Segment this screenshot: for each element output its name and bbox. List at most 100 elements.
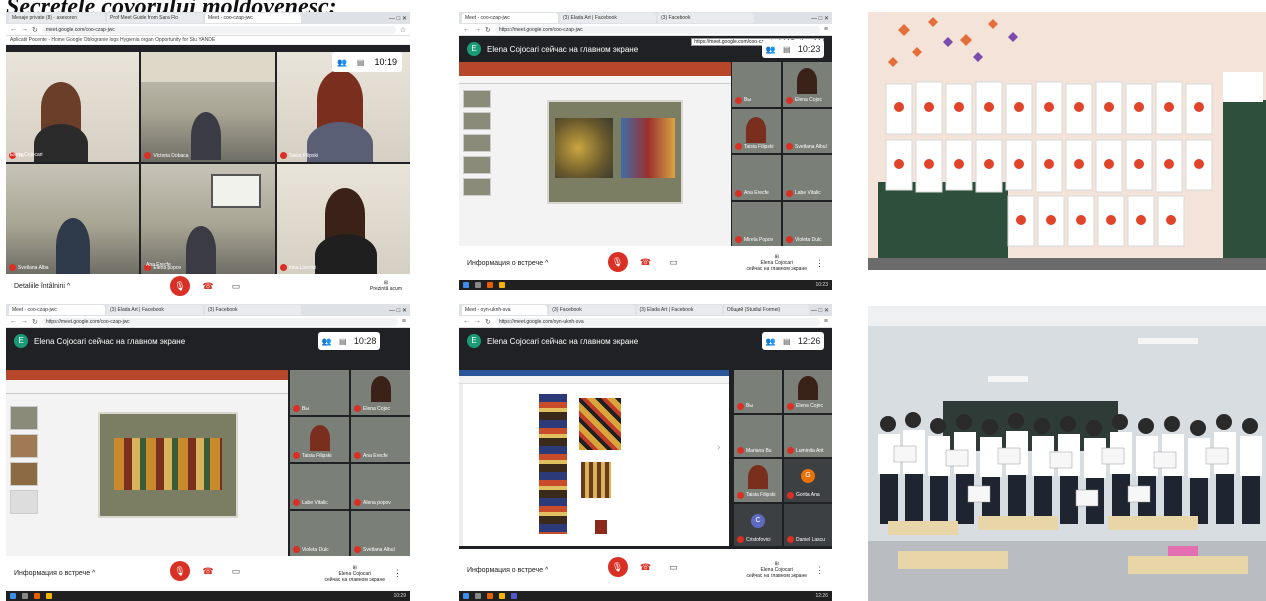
participant-tile[interactable]: Svetlana Albul bbox=[783, 108, 832, 153]
star-icon[interactable]: ☆ bbox=[400, 26, 406, 34]
url-field[interactable]: meet.google.com/coo-czap-jwc bbox=[41, 25, 396, 34]
participant-tile[interactable]: C Cristofovici bbox=[734, 503, 782, 546]
forward-arrow-icon[interactable]: → bbox=[474, 318, 481, 325]
participant-tile[interactable]: Вы bbox=[734, 370, 782, 413]
reload-icon[interactable]: ↻ bbox=[485, 318, 491, 326]
camera-toggle-button[interactable]: ▭ bbox=[663, 252, 684, 272]
browser-tab[interactable]: (3) Elada Art | Facebook bbox=[636, 305, 722, 315]
people-icon[interactable]: 👥 bbox=[337, 58, 347, 67]
participant-tile[interactable]: Svetlana Albul bbox=[351, 511, 410, 556]
browser-tab-active[interactable]: Meet - coo-czap-jwc bbox=[205, 13, 301, 23]
participant-tile[interactable]: Elena Cojoc bbox=[784, 370, 832, 413]
more-options-icon[interactable]: ⋮ bbox=[393, 568, 402, 579]
mic-toggle-button[interactable]: 🎙 bbox=[170, 276, 190, 296]
chat-icon[interactable]: ▤ bbox=[783, 45, 791, 54]
window-controls[interactable]: — □ ✕ bbox=[389, 307, 407, 314]
firefox-icon[interactable] bbox=[487, 593, 493, 599]
mic-toggle-button[interactable]: 🎙 bbox=[607, 252, 628, 272]
menu-icon[interactable]: ≡ bbox=[402, 318, 406, 325]
browser-tab[interactable]: (3) Facebook bbox=[205, 305, 301, 315]
browser-tab[interactable]: (3) Facebook bbox=[549, 305, 635, 315]
firefox-icon[interactable] bbox=[487, 282, 493, 288]
participant-tile[interactable]: Вы bbox=[290, 370, 349, 415]
browser-tab-active[interactable]: Meet - oyn-uknh-sva bbox=[462, 305, 548, 315]
windows-start-icon[interactable] bbox=[10, 593, 16, 599]
browser-tab-active[interactable]: Meet - coo-czap-jwc bbox=[9, 305, 105, 315]
search-icon[interactable] bbox=[475, 282, 481, 288]
participant-tile[interactable]: Alena popov bbox=[351, 464, 410, 509]
slide-thumbnail[interactable] bbox=[463, 112, 491, 130]
back-arrow-icon[interactable]: ← bbox=[10, 318, 17, 325]
participant-tile[interactable]: Вы bbox=[732, 62, 781, 107]
bookmarks-bar[interactable]: Aplicatii Pocente - Home Google Oblogran… bbox=[6, 36, 410, 45]
chrome-icon[interactable] bbox=[46, 593, 52, 599]
participant-tile[interactable]: G Gorita Ana bbox=[784, 459, 832, 502]
participant-tile[interactable]: Victoria Dobaca bbox=[141, 52, 275, 162]
slide-thumbnail[interactable] bbox=[10, 490, 38, 514]
slide-thumbnail[interactable] bbox=[10, 462, 38, 486]
browser-tab[interactable]: Mesaje private (8) - asesoren bbox=[9, 13, 105, 23]
browser-tab-active[interactable]: Meet - coo-czap-jwc bbox=[462, 13, 558, 23]
camera-toggle-button[interactable]: ▭ bbox=[226, 561, 246, 581]
chat-icon[interactable]: ▤ bbox=[783, 337, 791, 346]
firefox-icon[interactable] bbox=[34, 593, 40, 599]
meeting-details-button[interactable]: Информация о встрече ^ bbox=[467, 260, 548, 267]
participant-tile[interactable]: Taisia Filipski bbox=[732, 108, 781, 153]
chat-icon[interactable]: ▤ bbox=[357, 58, 365, 67]
participant-tile[interactable]: Labe Vitalic bbox=[290, 464, 349, 509]
participant-tile[interactable]: Elena Cojoc bbox=[351, 370, 410, 415]
presenting-indicator[interactable]: ⊞ Elena Cojocari сейчас на главном экран… bbox=[746, 254, 807, 272]
slide-thumbnail[interactable] bbox=[463, 134, 491, 152]
end-call-button[interactable]: ☎ bbox=[635, 557, 656, 577]
meeting-details-button[interactable]: Информация о встрече ^ bbox=[14, 570, 95, 577]
camera-toggle-button[interactable]: ▭ bbox=[663, 557, 684, 577]
more-options-icon[interactable]: ⋮ bbox=[815, 258, 824, 269]
forward-arrow-icon[interactable]: → bbox=[21, 26, 28, 33]
end-call-button[interactable]: ☎ bbox=[635, 252, 656, 272]
slide-thumbnail[interactable] bbox=[463, 156, 491, 174]
camera-toggle-button[interactable]: ▭ bbox=[226, 276, 246, 296]
mic-toggle-button[interactable]: 🎙 bbox=[170, 561, 190, 581]
reload-icon[interactable]: ↻ bbox=[32, 26, 38, 34]
slide-thumbnail[interactable] bbox=[463, 90, 491, 108]
url-field[interactable]: https://meet.google.com/coo-czap-jwc bbox=[494, 25, 820, 34]
url-field[interactable]: https://meet.google.com/oyn-uknh-sva bbox=[494, 317, 820, 326]
presenting-indicator[interactable]: ⊞ Elena Cojocari сейчас на главном экран… bbox=[324, 565, 385, 583]
menu-icon[interactable]: ≡ bbox=[824, 318, 828, 325]
participant-tile[interactable]: Mirela Popov bbox=[732, 201, 781, 246]
forward-arrow-icon[interactable]: → bbox=[21, 318, 28, 325]
windows-start-icon[interactable] bbox=[463, 282, 469, 288]
back-arrow-icon[interactable]: ← bbox=[463, 318, 470, 325]
browser-tab[interactable]: (3) Elada Art | Facebook bbox=[107, 305, 203, 315]
mic-toggle-button[interactable]: 🎙 bbox=[607, 557, 628, 577]
window-controls[interactable]: — □ ✕ bbox=[811, 15, 829, 22]
participant-tile[interactable]: Violeta Dulc bbox=[783, 201, 832, 246]
url-field[interactable]: https://meet.google.com/coo-czap-jwc bbox=[41, 317, 398, 326]
reload-icon[interactable]: ↻ bbox=[485, 26, 491, 34]
chrome-icon[interactable] bbox=[499, 593, 505, 599]
participant-tile[interactable]: Elena popov bbox=[141, 164, 275, 274]
forward-arrow-icon[interactable]: → bbox=[474, 26, 481, 33]
participant-tile[interactable]: Mariana Bu bbox=[734, 414, 782, 457]
participant-tile[interactable]: Irina Lisevici bbox=[276, 164, 410, 274]
windows-start-icon[interactable] bbox=[463, 593, 469, 599]
teams-icon[interactable] bbox=[511, 593, 517, 599]
people-icon[interactable]: 👥 bbox=[766, 45, 776, 54]
more-options-icon[interactable]: ⋮ bbox=[815, 565, 824, 576]
browser-tab[interactable]: Prof Meet Guide from Sara Flo bbox=[107, 13, 203, 23]
participant-tile[interactable]: Labe Vitalic bbox=[783, 155, 832, 200]
slide-thumbnail[interactable] bbox=[463, 178, 491, 196]
present-now-button[interactable]: ⊞ Prezintă acum bbox=[370, 280, 402, 292]
meeting-details-button[interactable]: Detaliile întâlnirii ^ bbox=[14, 283, 70, 290]
presenting-indicator[interactable]: ⊞ Elena Cojocari сейчас на главном экран… bbox=[746, 561, 807, 579]
menu-icon[interactable]: ≡ bbox=[824, 26, 828, 33]
browser-tab[interactable]: (3) Facebook bbox=[658, 13, 754, 23]
participant-tile[interactable]: Tu bbox=[6, 52, 140, 162]
end-call-button[interactable]: ☎ bbox=[198, 276, 218, 296]
reload-icon[interactable]: ↻ bbox=[32, 318, 38, 326]
browser-tab[interactable]: (3) Elada Art | Facebook bbox=[560, 13, 656, 23]
participant-tile[interactable]: Taisia Filipski bbox=[734, 459, 782, 502]
participant-tile[interactable]: Elena Cojoc bbox=[783, 62, 832, 107]
search-icon[interactable] bbox=[22, 593, 28, 599]
people-icon[interactable]: 👥 bbox=[766, 337, 776, 346]
